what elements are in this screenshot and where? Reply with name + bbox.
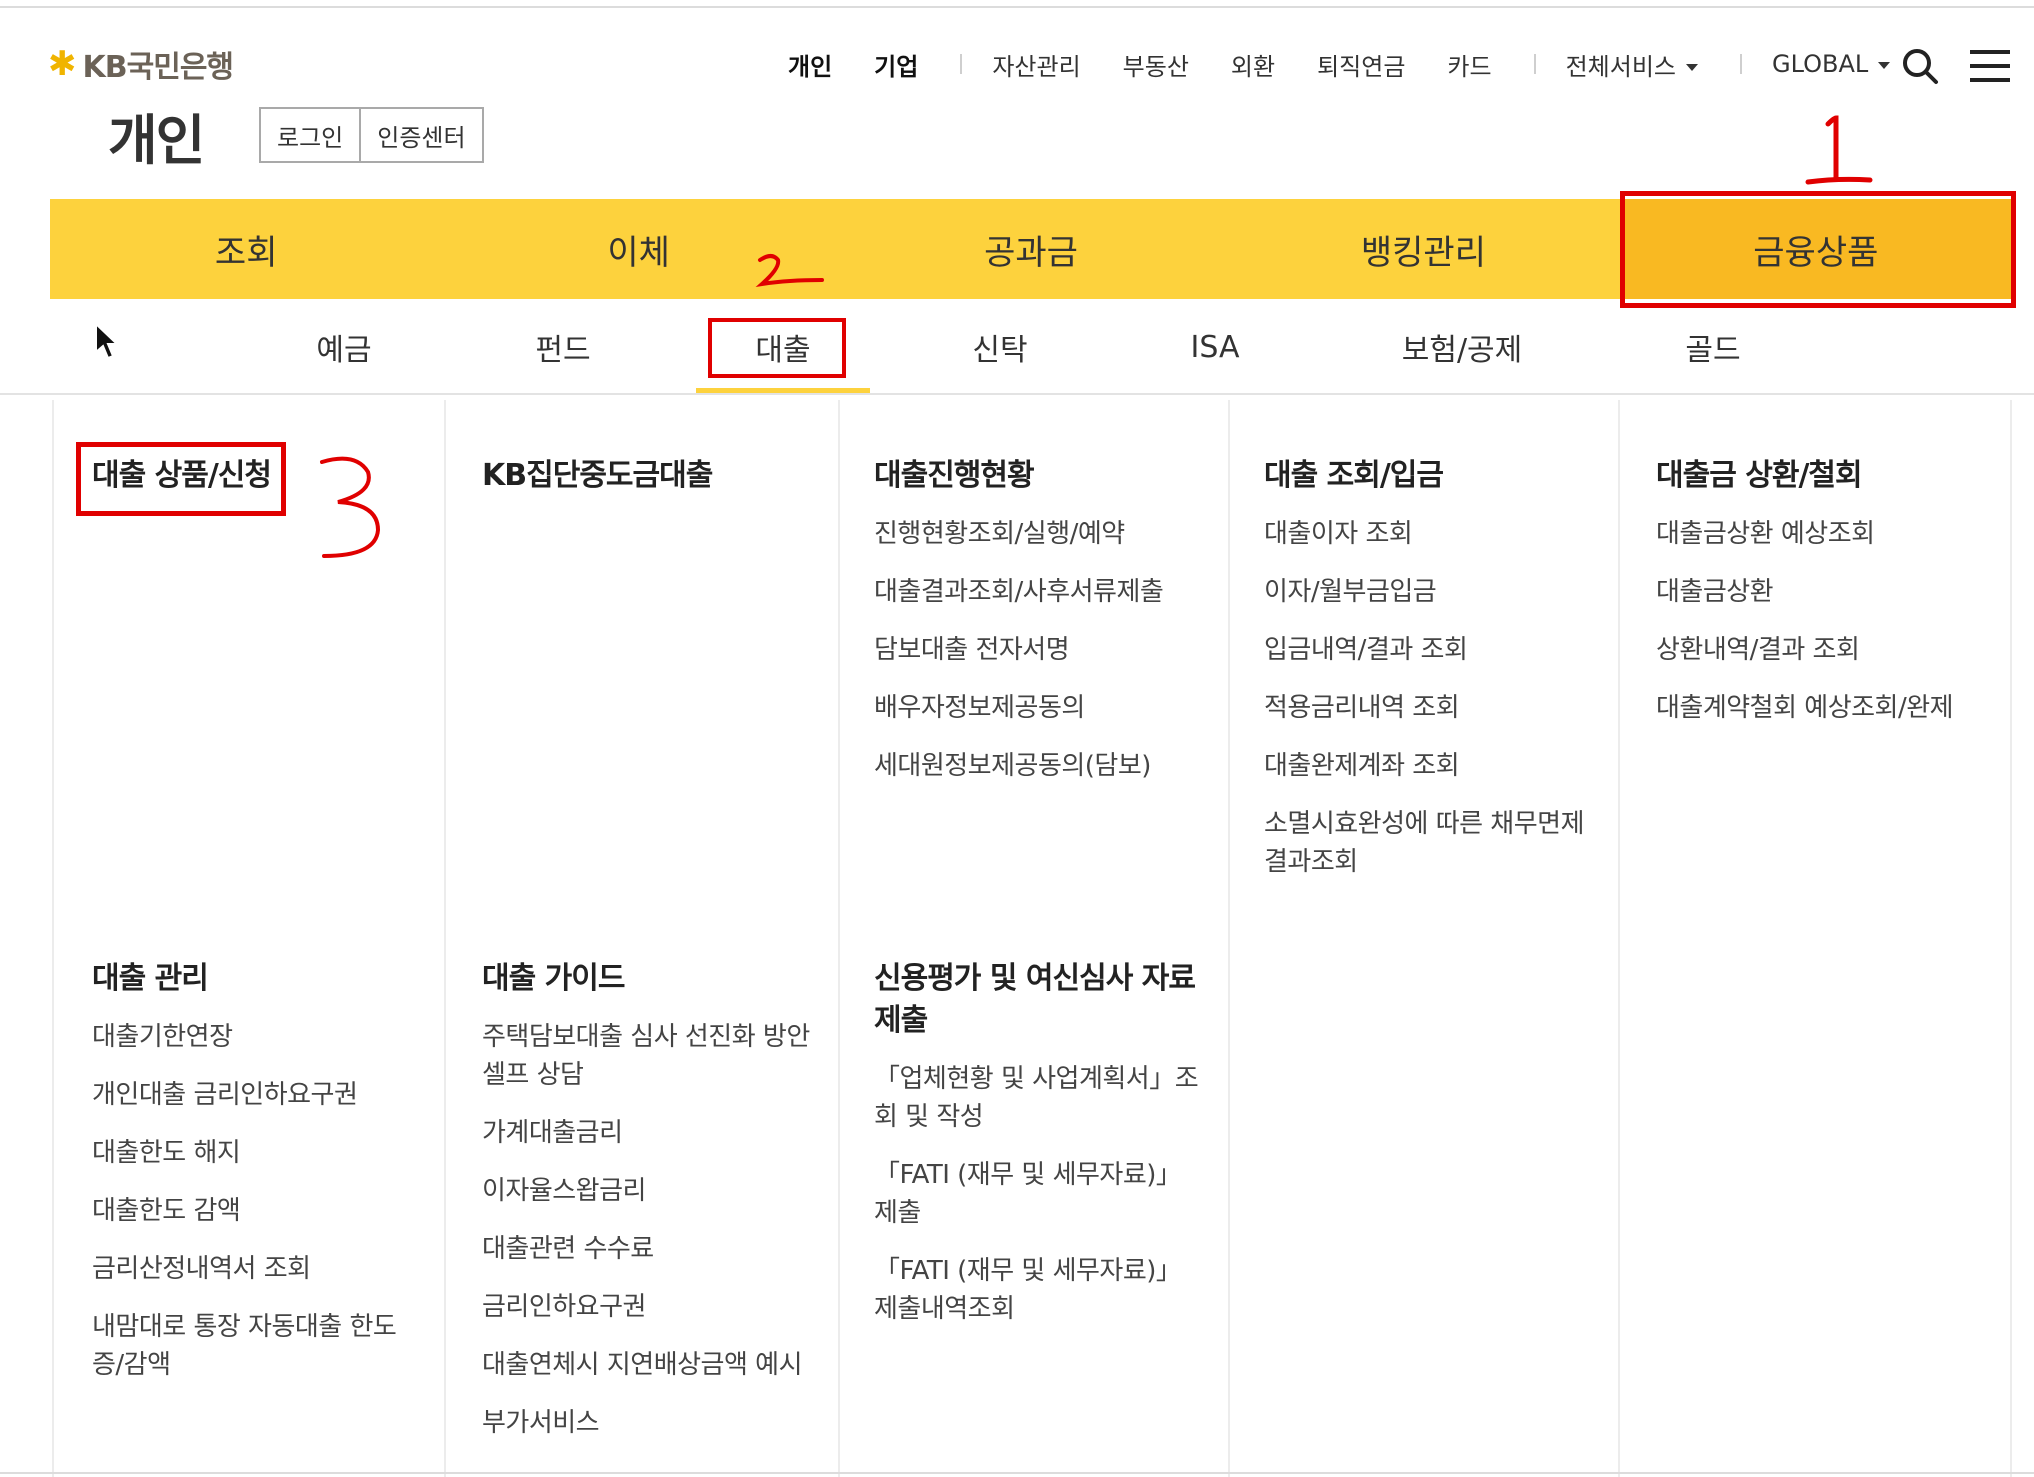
menu-item[interactable]: 「FATI (재무 및 세무자료)」 제출 (874, 1156, 1204, 1232)
subnav-deposit[interactable]: 예금 (316, 299, 371, 395)
menu-item[interactable]: 상환내역/결과 조회 (1656, 631, 1996, 669)
hamburger-menu-icon[interactable] (1970, 50, 2010, 82)
menu-group-loan-management: 대출 관리 대출기한연장 개인대출 금리인하요구권 대출한도 해지 대출한도 감… (92, 958, 422, 1404)
top-border (0, 6, 2034, 8)
annotation-box-loan-products (76, 442, 286, 516)
menu-item[interactable]: 「FATI (재무 및 세무자료)」 제출내역조회 (874, 1252, 1204, 1328)
divider (1740, 54, 1742, 74)
top-nav-global[interactable]: GLOBAL (1772, 50, 1891, 78)
cert-center-button[interactable]: 인증센터 (359, 109, 481, 161)
menu-item[interactable]: 입금내역/결과 조회 (1264, 631, 1594, 669)
column-divider (2010, 400, 2012, 1477)
top-nav-all-services[interactable]: 전체서비스 (1566, 47, 1698, 82)
menu-item[interactable]: 금리인하요구권 (482, 1288, 812, 1326)
subnav-trust[interactable]: 신탁 (972, 299, 1027, 395)
column-divider (838, 400, 840, 1477)
sub-nav: 예금 펀드 대출 신탁 ISA 보험/공제 골드 (0, 299, 2034, 395)
menu-item[interactable]: 가계대출금리 (482, 1114, 812, 1152)
menu-group-title[interactable]: 대출금 상환/철회 (1656, 455, 1996, 497)
menu-group-loan-inquiry: 대출 조회/입금 대출이자 조회 이자/월부금입금 입금내역/결과 조회 적용금… (1264, 455, 1594, 901)
menu-item[interactable]: 진행현황조회/실행/예약 (874, 515, 1214, 553)
menu-group-loan-guide: 대출 가이드 주택담보대출 심사 선진화 방안 셀프 상담 가계대출금리 이자율… (482, 958, 812, 1462)
all-services-label: 전체서비스 (1565, 52, 1676, 81)
subnav-fund[interactable]: 펀드 (535, 299, 590, 395)
menu-item[interactable]: 대출계약철회 예상조회/완제 (1656, 689, 1996, 727)
menu-item[interactable]: 대출금상환 (1656, 573, 1996, 611)
subnav-insurance[interactable]: 보험/공제 (1402, 299, 1523, 395)
annotation-number-1 (1805, 115, 1873, 185)
menu-group-kb-group-loan: KB집단중도금대출 (482, 455, 822, 497)
top-nav-personal[interactable]: 개인 (788, 47, 832, 82)
subnav-isa[interactable]: ISA (1191, 299, 1240, 395)
menu-group-title[interactable]: 대출진행현황 (874, 455, 1214, 497)
menu-item[interactable]: 대출이자 조회 (1264, 515, 1594, 553)
top-nav-card[interactable]: 카드 (1447, 47, 1491, 82)
annotation-number-2 (755, 254, 824, 288)
menu-item[interactable]: 대출한도 감액 (92, 1192, 422, 1230)
divider (960, 54, 963, 74)
caret-down-icon (1878, 61, 1891, 69)
menu-item[interactable]: 담보대출 전자서명 (874, 631, 1214, 669)
menu-group-title[interactable]: 대출 가이드 (482, 958, 812, 1000)
menu-group-title[interactable]: 대출 조회/입금 (1264, 455, 1594, 497)
annotation-box-financial-products (1620, 191, 2016, 308)
mouse-pointer-icon (95, 322, 120, 360)
menu-group-credit-evaluation: 신용평가 및 여신심사 자료제출 「업체현황 및 사업계획서」조회 및 작성 「… (874, 958, 1204, 1348)
global-label: GLOBAL (1772, 50, 1869, 78)
menu-group-title[interactable]: 신용평가 및 여신심사 자료제출 (874, 958, 1204, 1042)
tab-inquiry[interactable]: 조회 (50, 199, 442, 299)
top-nav: 개인 기업 자산관리 부동산 외환 퇴직연금 카드 전체서비스 GLOBAL (788, 44, 1932, 84)
subnav-gold[interactable]: 골드 (1685, 299, 1740, 395)
top-nav-pension[interactable]: 퇴직연금 (1317, 47, 1405, 82)
menu-item[interactable]: 개인대출 금리인하요구권 (92, 1076, 422, 1114)
menu-item[interactable]: 소멸시효완성에 따른 채무면제 결과조회 (1264, 805, 1594, 881)
menu-item[interactable]: 대출연체시 지연배상금액 예시 (482, 1346, 812, 1384)
column-divider (1618, 400, 1620, 1477)
top-nav-corporate[interactable]: 기업 (874, 47, 918, 82)
menu-item[interactable]: 「업체현황 및 사업계획서」조회 및 작성 (874, 1060, 1204, 1136)
menu-item[interactable]: 대출금상환 예상조회 (1656, 515, 1996, 553)
kb-star-icon: ✱ (48, 44, 77, 84)
top-nav-asset[interactable]: 자산관리 (992, 47, 1080, 82)
login-button[interactable]: 로그인 (261, 109, 359, 161)
active-subnav-underline (696, 388, 870, 393)
annotation-box-loan (708, 318, 846, 378)
menu-item[interactable]: 이자/월부금입금 (1264, 573, 1594, 611)
menu-item[interactable]: 금리산정내역서 조회 (92, 1250, 422, 1288)
menu-item[interactable]: 대출관련 수수료 (482, 1230, 812, 1268)
column-divider (1228, 400, 1230, 1477)
page-title: 개인 (108, 109, 205, 172)
menu-item[interactable]: 대출결과조회/사후서류제출 (874, 573, 1214, 611)
menu-item[interactable]: 대출기한연장 (92, 1018, 422, 1056)
caret-down-icon (1686, 64, 1698, 71)
menu-group-loan-repayment: 대출금 상환/철회 대출금상환 예상조회 대출금상환 상환내역/결과 조회 대출… (1656, 455, 1996, 747)
menu-group-title[interactable]: 대출 관리 (92, 958, 422, 1000)
menu-group-loan-progress: 대출진행현황 진행현황조회/실행/예약 대출결과조회/사후서류제출 담보대출 전… (874, 455, 1214, 805)
column-divider (444, 400, 446, 1477)
bottom-border (0, 1472, 2034, 1474)
logo-text: KB국민은행 (82, 50, 235, 85)
menu-item[interactable]: 적용금리내역 조회 (1264, 689, 1594, 727)
menu-item[interactable]: 세대원정보제공동의(담보) (874, 747, 1214, 785)
menu-item[interactable]: 부가서비스 (482, 1404, 812, 1442)
top-nav-realestate[interactable]: 부동산 (1123, 47, 1189, 82)
tab-banking-management[interactable]: 뱅킹관리 (1227, 199, 1619, 299)
menu-item[interactable]: 내맘대로 통장 자동대출 한도 증/감액 (92, 1308, 422, 1384)
menu-item[interactable]: 이자율스왑금리 (482, 1172, 812, 1210)
menu-group-title[interactable]: KB집단중도금대출 (482, 455, 822, 497)
search-icon[interactable] (1900, 46, 1940, 86)
kb-logo[interactable]: ✱ KB국민은행 (48, 44, 235, 85)
menu-item[interactable]: 대출완제계좌 조회 (1264, 747, 1594, 785)
menu-item[interactable]: 주택담보대출 심사 선진화 방안 셀프 상담 (482, 1018, 812, 1094)
annotation-number-3 (320, 456, 381, 558)
tab-utility-bills[interactable]: 공과금 (835, 199, 1227, 299)
divider (1533, 54, 1536, 74)
menu-item[interactable]: 배우자정보제공동의 (874, 689, 1214, 727)
auth-box: 로그인 인증센터 (259, 107, 484, 163)
column-divider (52, 400, 54, 1477)
menu-item[interactable]: 대출한도 해지 (92, 1134, 422, 1172)
top-nav-forex[interactable]: 외환 (1231, 47, 1275, 82)
